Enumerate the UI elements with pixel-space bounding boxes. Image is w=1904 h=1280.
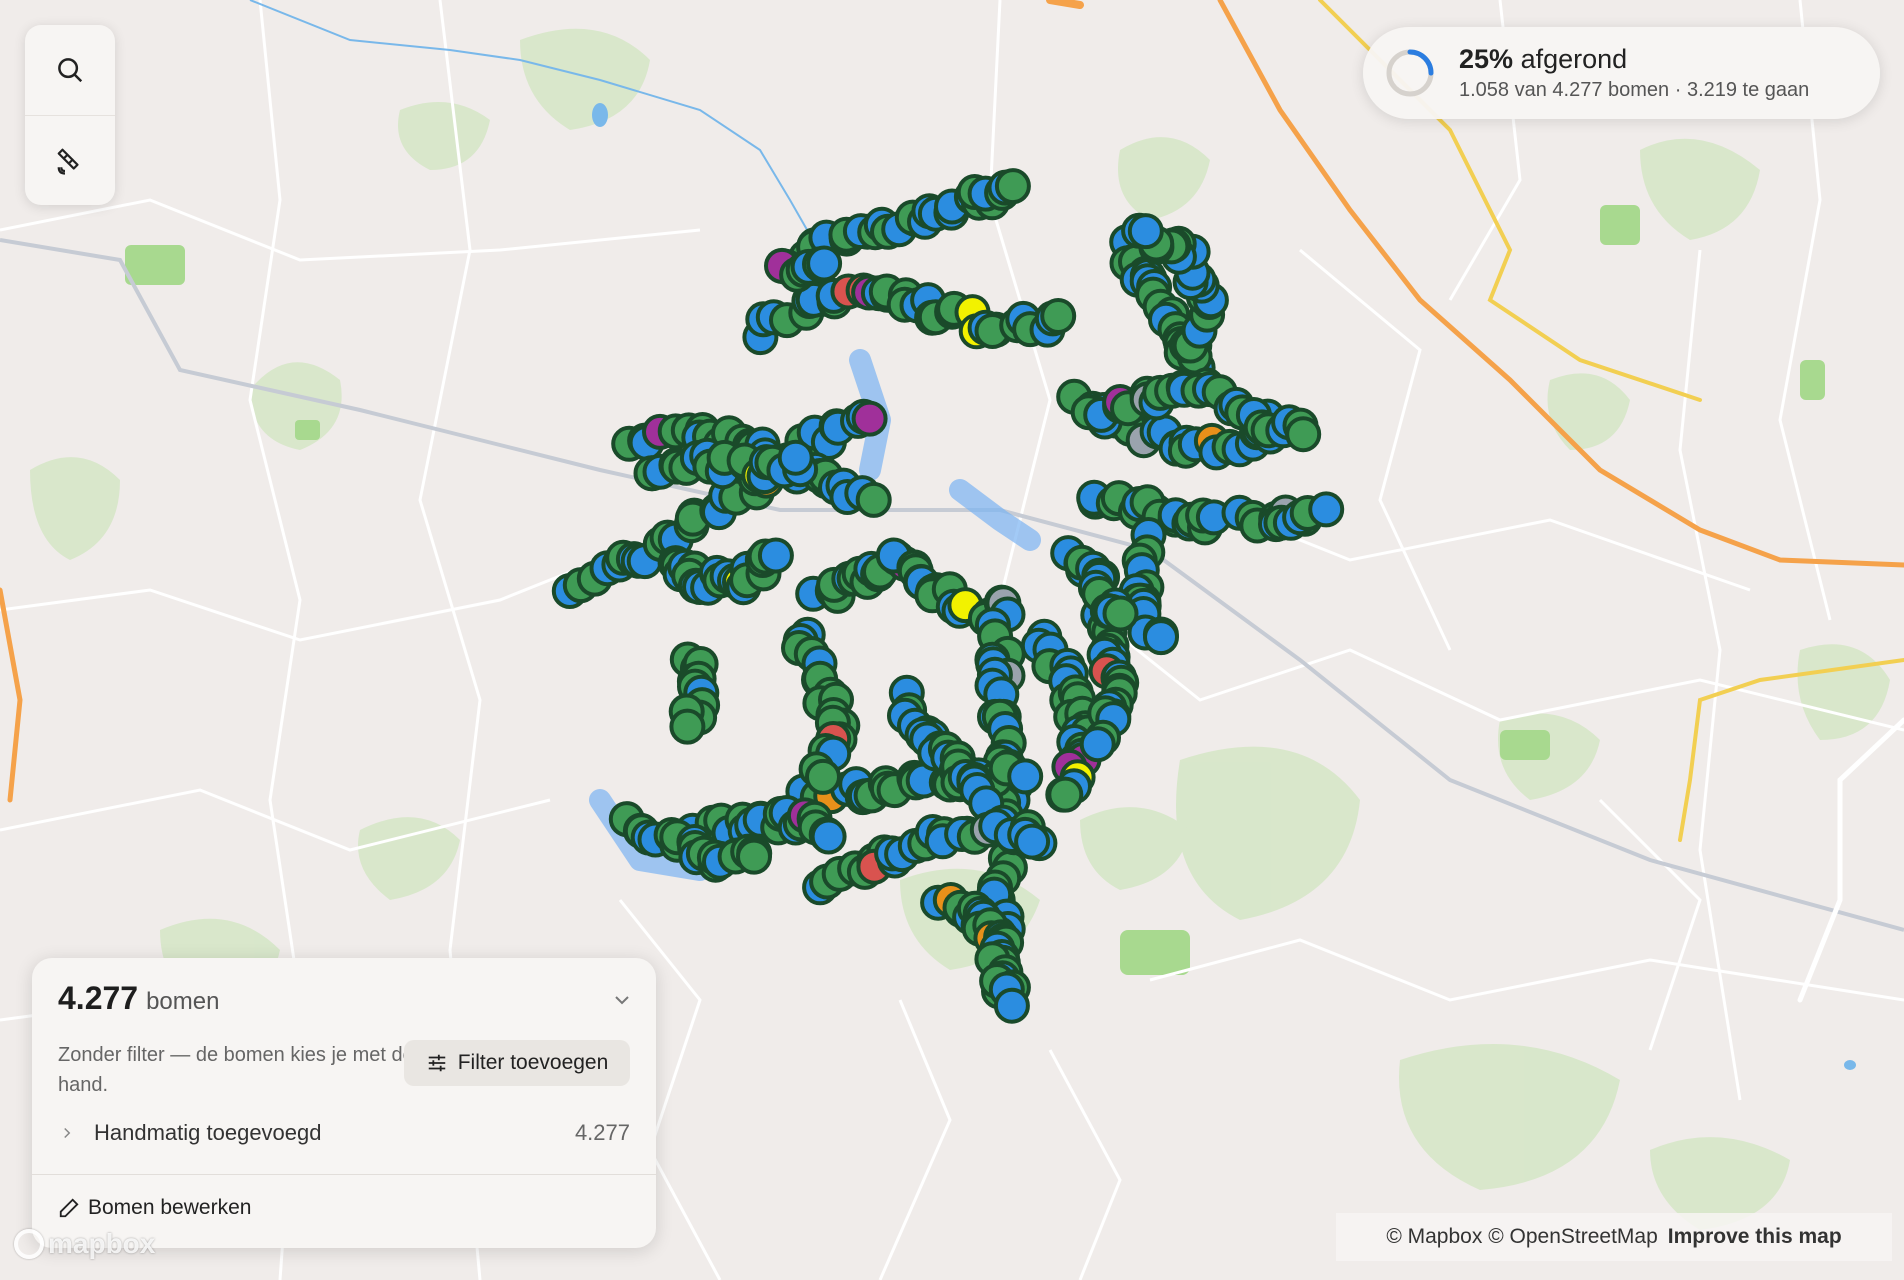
- progress-status: afgerond: [1520, 44, 1628, 74]
- tree-marker[interactable]: [1308, 491, 1345, 528]
- add-filter-label: Filter toevoegen: [457, 1051, 609, 1074]
- tree-marker[interactable]: [757, 537, 794, 574]
- mapbox-logo-mark: [14, 1229, 44, 1259]
- tree-marker[interactable]: [736, 838, 772, 875]
- mapbox-logo[interactable]: mapbox: [14, 1228, 155, 1260]
- chevron-right-icon: [64, 1127, 71, 1139]
- attribution-mapbox[interactable]: © Mapbox: [1386, 1225, 1482, 1249]
- attribution-osm[interactable]: © OpenStreetMap: [1488, 1225, 1658, 1249]
- tree-marker[interactable]: [669, 708, 706, 745]
- manual-group-count: 4.277: [574, 1120, 630, 1145]
- map-tool-panel: [25, 25, 115, 205]
- edit-trees-label: Bomen bewerken: [88, 1196, 252, 1219]
- map-attribution: © Mapbox © OpenStreetMap Improve this ma…: [1336, 1213, 1892, 1261]
- pencil-icon: [59, 1198, 79, 1218]
- tree-marker[interactable]: [1079, 726, 1116, 763]
- tree-marker[interactable]: [1047, 776, 1084, 813]
- tree-marker[interactable]: [777, 439, 814, 476]
- satellite-icon: [57, 148, 79, 175]
- tree-marker[interactable]: [1143, 619, 1179, 656]
- add-filter-button[interactable]: Filter toevoegen: [404, 1040, 630, 1086]
- tree-marker[interactable]: [1285, 416, 1322, 453]
- progress-percent: 25%: [1459, 44, 1514, 74]
- tree-marker[interactable]: [993, 987, 1030, 1024]
- chevron-down-icon[interactable]: [610, 988, 634, 1012]
- tree-marker[interactable]: [855, 481, 892, 518]
- tree-marker[interactable]: [1014, 823, 1051, 860]
- search-icon: [58, 58, 83, 83]
- edit-trees-button[interactable]: Bomen bewerken: [58, 1196, 251, 1220]
- manual-group-row[interactable]: Handmatig toegevoegd 4.277: [58, 1120, 630, 1146]
- tree-marker[interactable]: [1040, 298, 1077, 334]
- search-button[interactable]: [25, 25, 115, 115]
- tree-marker[interactable]: [851, 400, 888, 437]
- satellite-toggle-button[interactable]: [25, 115, 115, 205]
- tree-summary-panel: 4.277 bomen Zonder filter — de bomen kie…: [32, 958, 656, 1248]
- tree-count-unit: bomen: [146, 988, 220, 1015]
- tree-marker[interactable]: [810, 818, 847, 855]
- sliders-icon: [428, 1054, 445, 1072]
- progress-indicator: 25% afgerond 1.058 van 4.277 bomen · 3.2…: [1363, 27, 1880, 119]
- improve-map-link[interactable]: Improve this map: [1668, 1225, 1842, 1249]
- tree-marker[interactable]: [806, 245, 843, 282]
- tree-marker[interactable]: [994, 168, 1031, 205]
- tree-count: 4.277: [58, 980, 139, 1016]
- manual-group-label: Handmatig toegevoegd: [94, 1120, 322, 1145]
- progress-ring: [1386, 49, 1434, 97]
- tree-marker[interactable]: [1007, 758, 1044, 795]
- tree-marker[interactable]: [805, 758, 841, 795]
- panel-divider: [32, 1174, 656, 1175]
- filter-description: Zonder filter — de bomen kies je met de …: [58, 1044, 414, 1096]
- progress-detail: 1.058 van 4.277 bomen · 3.219 te gaan: [1459, 79, 1810, 101]
- tree-marker[interactable]: [1127, 213, 1164, 250]
- progress-headline: 25% afgerond: [1459, 44, 1809, 75]
- mapbox-logo-text: mapbox: [48, 1228, 156, 1259]
- tree-marker[interactable]: [1102, 595, 1139, 632]
- tree-count-row: 4.277 bomen: [58, 980, 219, 1017]
